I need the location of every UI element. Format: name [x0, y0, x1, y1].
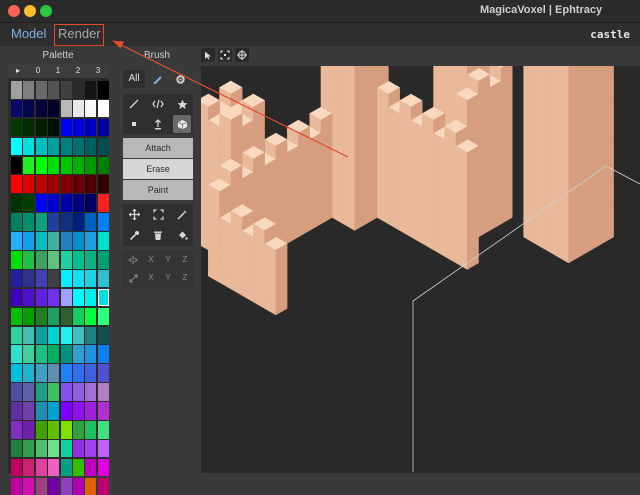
palette-swatch[interactable] [85, 477, 97, 495]
annotation-arrow [112, 40, 349, 158]
palette-swatch[interactable] [97, 477, 109, 495]
palette-swatch[interactable] [35, 477, 47, 495]
palette-swatch[interactable] [48, 477, 60, 495]
palette-swatch[interactable] [60, 477, 72, 495]
palette-swatch[interactable] [72, 477, 84, 495]
palette-swatch[interactable] [11, 477, 22, 495]
palette-swatch[interactable] [23, 477, 35, 495]
